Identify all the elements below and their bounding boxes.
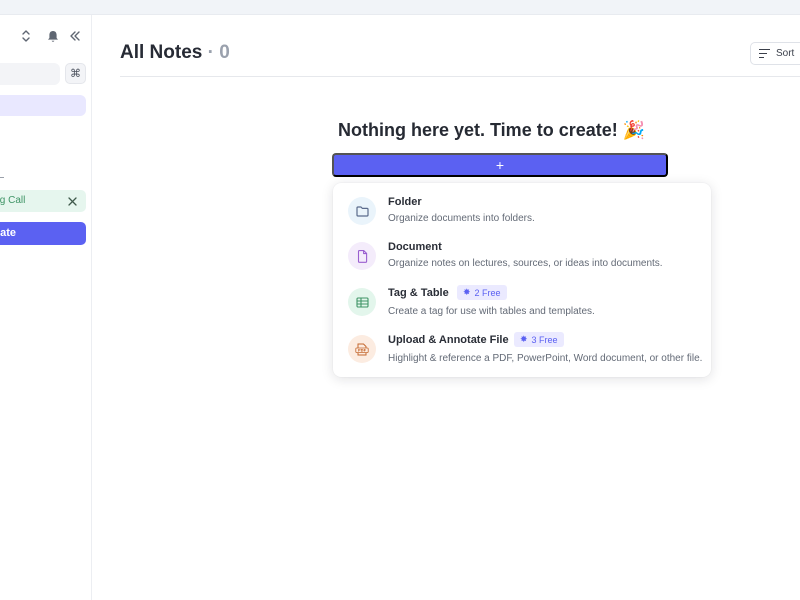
notes-count: 0 xyxy=(219,42,230,63)
search-input[interactable] xyxy=(0,63,60,85)
collapse-sidebar-icon[interactable] xyxy=(67,28,83,44)
page-title-text: All Notes xyxy=(120,42,203,63)
badge-label: 3 Free xyxy=(531,334,558,345)
free-badge: ✸ 3 Free xyxy=(514,332,564,347)
sort-button[interactable]: Sort xyxy=(750,42,800,65)
close-icon[interactable] xyxy=(64,193,80,209)
create-button[interactable]: eate xyxy=(0,222,86,245)
menu-item-folder[interactable]: Folder Organize documents into folders. xyxy=(333,193,711,233)
tag-chip[interactable]: ing Call xyxy=(0,190,86,212)
create-button-label: eate xyxy=(0,227,17,239)
badge-label: 2 Free xyxy=(474,287,501,298)
chevron-updown-icon[interactable] xyxy=(18,28,34,44)
sparkle-icon: ✸ xyxy=(463,287,471,297)
menu-item-tag-table[interactable]: Tag & Table ✸ 2 Free Create a tag for us… xyxy=(333,284,711,324)
header-divider xyxy=(120,76,800,77)
top-bar xyxy=(0,0,800,15)
menu-item-title: Document xyxy=(388,241,442,253)
title-separator: · xyxy=(207,42,214,63)
menu-item-description: Organize notes on lectures, sources, or … xyxy=(388,258,663,269)
sort-lines-icon xyxy=(759,48,770,59)
document-icon xyxy=(348,242,376,270)
page-title: All Notes · 0 xyxy=(120,42,230,64)
empty-state-title: Nothing here yet. Time to create! 🎉 xyxy=(338,120,646,140)
command-shortcut-button[interactable]: ⌘ xyxy=(65,63,86,84)
free-badge: ✸ 2 Free xyxy=(457,285,507,300)
menu-item-description: Organize documents into folders. xyxy=(388,213,535,224)
menu-item-description: Create a tag for use with tables and tem… xyxy=(388,306,595,317)
tag-chip-label: ing Call xyxy=(0,195,26,206)
menu-item-document[interactable]: Document Organize notes on lectures, sou… xyxy=(333,238,711,278)
bell-icon[interactable] xyxy=(45,28,61,44)
plus-icon: + xyxy=(495,157,505,173)
menu-item-title: Upload & Annotate File xyxy=(388,334,509,346)
menu-item-upload-file[interactable]: PDF Upload & Annotate File ✸ 3 Free High… xyxy=(333,331,711,371)
svg-text:PDF: PDF xyxy=(358,348,367,352)
menu-item-description: Highlight & reference a PDF, PowerPoint,… xyxy=(388,353,703,364)
sidebar: ⌘ ing Call eate xyxy=(0,15,92,600)
create-menu: Folder Organize documents into folders. … xyxy=(333,183,711,377)
sort-label: Sort xyxy=(776,48,795,59)
menu-item-title: Folder xyxy=(388,196,422,208)
sparkle-icon: ✸ xyxy=(520,334,528,344)
table-icon xyxy=(348,288,376,316)
menu-item-title: Tag & Table xyxy=(388,287,449,299)
folder-icon xyxy=(348,197,376,225)
tree-branch-icon xyxy=(0,170,4,178)
pdf-file-icon: PDF xyxy=(348,335,376,363)
add-new-button[interactable]: + xyxy=(332,153,668,177)
sidebar-item-active[interactable] xyxy=(0,95,86,116)
